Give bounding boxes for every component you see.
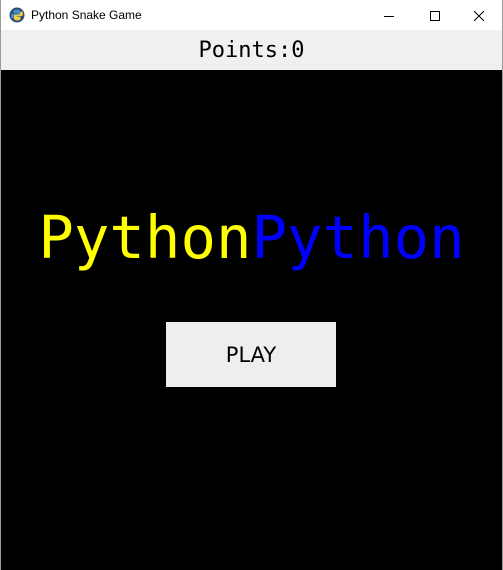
close-icon (473, 6, 485, 25)
game-title: PythonPython (1, 202, 502, 274)
window-title: Python Snake Game (31, 8, 142, 22)
game-title-part1: Python (38, 203, 252, 272)
score-bar: Points:0 (1, 30, 502, 70)
python-icon (9, 7, 25, 23)
maximize-icon (430, 6, 440, 25)
game-title-part2: Python (251, 203, 465, 272)
minimize-icon (384, 6, 394, 25)
maximize-button[interactable] (412, 0, 458, 30)
game-window: Python Snake Game Points:0 PythonPython … (0, 0, 503, 570)
score-label: Points:0 (198, 37, 305, 63)
game-canvas[interactable]: PythonPython PLAY (1, 70, 502, 570)
play-button[interactable]: PLAY (166, 322, 336, 387)
title-bar[interactable]: Python Snake Game (1, 0, 502, 30)
minimize-button[interactable] (366, 0, 412, 30)
close-button[interactable] (456, 0, 502, 30)
